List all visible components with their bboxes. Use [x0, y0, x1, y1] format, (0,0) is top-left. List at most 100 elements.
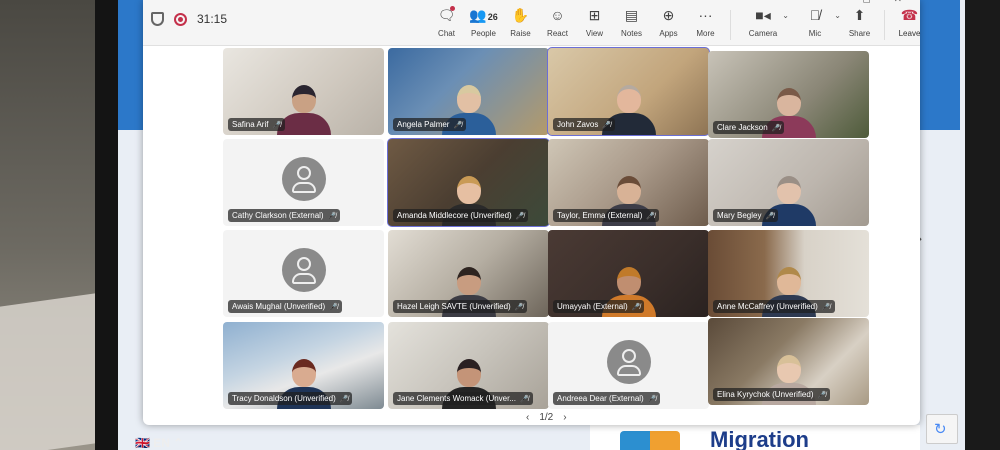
meeting-timer: 31:15 [197, 12, 228, 26]
view-button[interactable]: ⊞ View [576, 6, 613, 38]
participant-tile[interactable]: Hazel Leigh SAVTE (Unverified) 🎤̸ [388, 230, 549, 317]
mic-muted-icon: 🎤̸ [631, 303, 641, 311]
mic-label: Mic [808, 29, 822, 38]
participant-tile[interactable]: Andreea Dear (External) 🎤̸ [548, 322, 709, 409]
shield-icon[interactable] [151, 12, 164, 26]
apps-icon: ⊕ [662, 7, 675, 23]
notes-icon: ▤ [624, 7, 639, 23]
monitor-edge [965, 0, 1000, 450]
mic-muted-icon: 🎤̸ [602, 121, 612, 129]
share-button[interactable]: ⬆ Share [841, 6, 878, 38]
avatar-icon [281, 157, 326, 201]
participant-name-label: Mary Begley 🎤̸ [713, 209, 779, 222]
apps-label: Apps [659, 29, 678, 38]
unread-badge [450, 6, 455, 11]
participant-tile[interactable]: Umayyah (External) 🎤̸ [548, 230, 709, 317]
participant-tile[interactable]: Jane Clements Womack (Unver... 🎤̸ [388, 322, 549, 409]
people-icon: 👥26 [469, 7, 498, 23]
chat-icon: 🗨 [437, 7, 456, 23]
more-label: More [696, 29, 715, 38]
chevron-down-icon[interactable]: ⌄ [782, 11, 789, 20]
recording-icon [174, 12, 187, 26]
pagination: ‹ 1/2 › [526, 412, 567, 423]
migration-banner-text: Migration [710, 427, 809, 450]
mic-muted-icon: 🎤̸ [520, 395, 529, 403]
mic-muted-icon: 🎤̸ [821, 303, 831, 311]
participant-tile[interactable]: Cathy Clarkson (External) 🎤̸ [223, 139, 384, 226]
participant-name-label: John Zavos 🎤̸ [553, 118, 616, 131]
participant-tile[interactable]: Mary Begley 🎤̸ [708, 139, 869, 226]
participant-name-label: Anne McCaffrey (Unverified) 🎤̸ [713, 300, 835, 313]
mic-muted-icon: 🎤̸ [771, 124, 781, 132]
language-label: EN [153, 436, 170, 450]
window-controls[interactable]: – ◻ ✕ [834, 0, 912, 5]
chevron-right-icon[interactable]: › [563, 412, 566, 423]
share-label: Share [848, 29, 871, 38]
chevron-down-icon[interactable]: ⌄ [834, 11, 841, 20]
teams-meeting-window: 31:15 🗨 Chat 👥26 People ✋ Raise ☺ React … [143, 0, 920, 425]
participant-tile[interactable]: Elina Kyrychok (Unverified) 🎤̸ [708, 318, 869, 405]
react-label: React [547, 29, 568, 38]
video-grid: Safina Arif 🎤̸ Angela Palmer 🎤̸ John Zavos… [223, 47, 869, 412]
mic-muted-icon: 🎤̸ [514, 303, 524, 311]
participant-tile[interactable]: Awais Mughal (Unverified) 🎤̸ [223, 230, 384, 317]
participant-tile[interactable]: Taylor, Emma (External) 🎤̸ [548, 139, 709, 226]
participant-tile[interactable]: Tracy Donaldson (Unverified) 🎤̸ [223, 322, 384, 409]
avatar-icon [606, 340, 651, 384]
mic-muted-icon: 🎤̸ [339, 395, 349, 403]
notes-button[interactable]: ▤ Notes [613, 6, 650, 38]
notes-label: Notes [621, 29, 642, 38]
participant-tile[interactable]: Amanda Middlecore (Unverified) 🎤̸ [387, 138, 550, 227]
toolbar-divider [730, 10, 731, 40]
participant-name-label: Elina Kyrychok (Unverified) 🎤̸ [713, 388, 831, 401]
mic-muted-icon: 🎤̸ [765, 212, 775, 220]
leave-button[interactable]: ☎ Leave [891, 6, 928, 38]
mic-muted-icon: 🎤̸ [515, 212, 525, 220]
avatar-icon [281, 248, 326, 292]
chat-button[interactable]: 🗨 Chat [428, 6, 465, 38]
view-grid-icon: ⊞ [588, 7, 601, 23]
participant-name-label: Andreea Dear (External) 🎤̸ [553, 392, 661, 405]
chat-label: Chat [438, 29, 455, 38]
mic-muted-icon: 🎤̸ [817, 391, 827, 399]
people-button[interactable]: 👥26 People [465, 6, 502, 38]
mic-muted-icon: 🎤̸ [647, 395, 657, 403]
participant-tile[interactable]: Safina Arif 🎤̸ [223, 48, 384, 135]
participant-name-label: Awais Mughal (Unverified) 🎤̸ [228, 300, 342, 313]
leave-label: Leave [898, 29, 921, 38]
participant-tile-active-speaker[interactable]: John Zavos 🎤̸ [547, 47, 710, 136]
participant-tile[interactable]: Clare Jackson 🎤̸ [708, 51, 869, 138]
react-button[interactable]: ☺ React [539, 6, 576, 38]
camera-button[interactable]: ■◂ ⌄ Camera [737, 6, 789, 38]
mic-muted-icon: 🎤̸ [327, 212, 337, 220]
recaptcha-badge[interactable]: ↻ [926, 414, 958, 444]
mic-muted-icon: 🎤̸ [453, 121, 463, 129]
paper-on-desk [0, 293, 95, 450]
chevron-left-icon[interactable]: ‹ [526, 412, 529, 423]
mic-off-icon: 🎙̸ [809, 7, 821, 23]
participant-name-label: Clare Jackson 🎤̸ [713, 121, 785, 134]
mic-button[interactable]: 🎙̸ ⌄ Mic [789, 6, 841, 38]
migration-banner: Migration [590, 425, 920, 450]
participant-name-label: Angela Palmer 🎤̸ [393, 118, 467, 131]
participant-tile[interactable]: Angela Palmer 🎤̸ [388, 48, 549, 135]
raise-hand-icon: ✋ [511, 7, 530, 23]
view-label: View [585, 29, 604, 38]
language-selector[interactable]: 🇬🇧 EN ⌃ [135, 436, 183, 450]
mic-muted-icon: 🎤̸ [272, 121, 282, 129]
participant-name-label: Cathy Clarkson (External) 🎤̸ [228, 209, 341, 222]
participant-name-label: Tracy Donaldson (Unverified) 🎤̸ [228, 392, 353, 405]
apps-button[interactable]: ⊕ Apps [650, 6, 687, 38]
migration-logo [620, 431, 680, 450]
participant-name-label: Umayyah (External) 🎤̸ [553, 300, 645, 313]
toolbar-divider [884, 10, 885, 40]
recaptcha-icon: ↻ [934, 421, 947, 438]
participant-tile[interactable]: Anne McCaffrey (Unverified) 🎤̸ [708, 230, 869, 317]
share-icon: ⬆ [853, 7, 866, 23]
raise-label: Raise [510, 29, 531, 38]
leave-phone-icon: ☎ [900, 7, 919, 23]
more-icon: ··· [698, 7, 713, 23]
raise-hand-button[interactable]: ✋ Raise [502, 6, 539, 38]
more-button[interactable]: ··· More [687, 6, 724, 38]
participant-name-label: Jane Clements Womack (Unver... 🎤̸ [393, 392, 533, 405]
